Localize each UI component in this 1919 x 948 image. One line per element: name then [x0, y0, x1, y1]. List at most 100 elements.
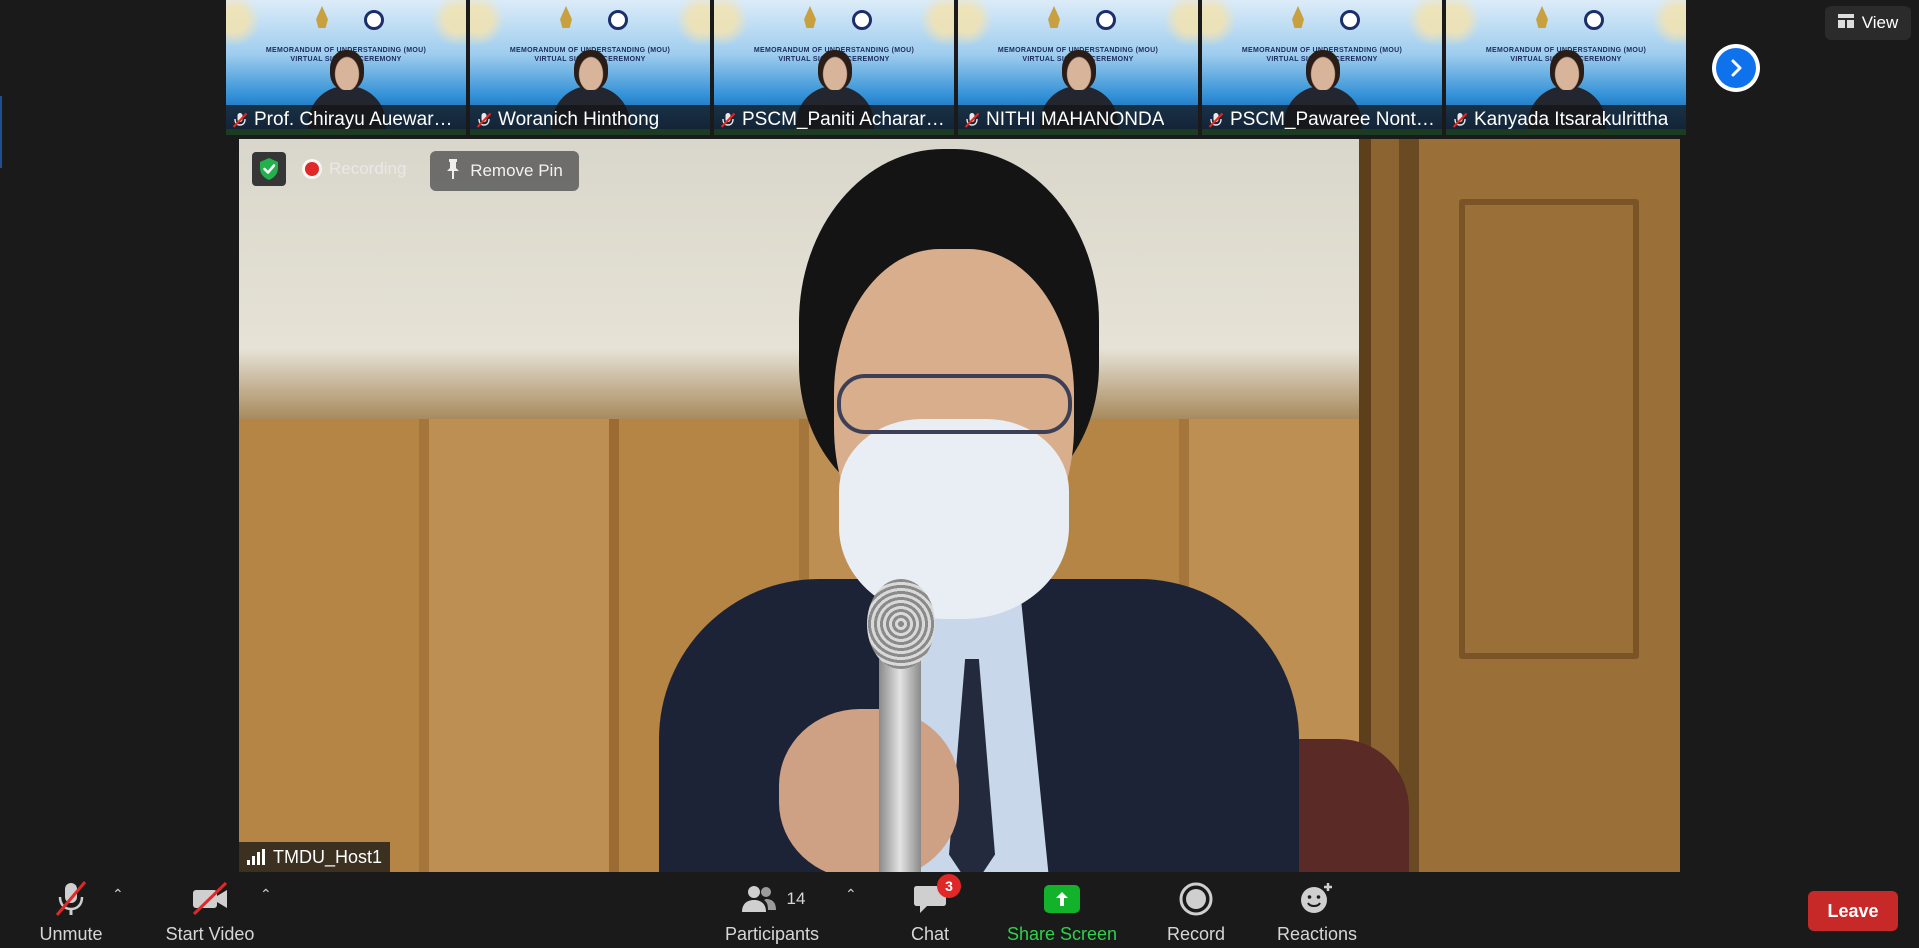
handheld-microphone-head — [867, 579, 935, 669]
share-screen-button[interactable]: Share Screen — [1006, 880, 1118, 946]
audio-options-caret-icon[interactable]: ⌃ — [112, 886, 124, 903]
university-logo — [1096, 10, 1116, 30]
decor-flower — [672, 0, 710, 50]
emblem-logo — [560, 6, 572, 28]
decor-flower — [958, 0, 996, 50]
microphone-muted-icon — [720, 112, 736, 128]
record-button[interactable]: Record — [1160, 880, 1232, 946]
leave-button[interactable]: Leave — [1808, 891, 1898, 931]
unmute-button[interactable]: Unmute — [30, 880, 112, 946]
university-logo — [1584, 10, 1604, 30]
grid-view-icon — [1837, 13, 1854, 33]
unmute-label: Unmute — [39, 924, 103, 944]
window-edge-accent — [0, 96, 2, 168]
video-options-caret-icon[interactable]: ⌃ — [260, 886, 272, 903]
participant-tile[interactable]: MEMORANDUM OF UNDERSTANDING (MOU) VIRTUAL… — [714, 0, 954, 135]
participants-count: 14 — [786, 889, 806, 908]
decor-flower — [1404, 0, 1442, 50]
next-page-button[interactable] — [1712, 44, 1760, 92]
decor-flower — [1648, 0, 1686, 50]
microphone-muted-icon — [476, 112, 492, 128]
participant-name: PSCM_Pawaree Nonthasa... — [1230, 109, 1435, 130]
chat-unread-badge: 3 — [937, 874, 961, 898]
participant-name: PSCM_Paniti Achararit,... — [742, 109, 947, 130]
start-video-button[interactable]: Start Video — [160, 880, 260, 946]
share-screen-label: Share Screen — [1006, 924, 1118, 944]
participant-tile[interactable]: MEMORANDUM OF UNDERSTANDING (MOU) VIRTUAL… — [226, 0, 466, 135]
participant-name: Kanyada Itsarakulrittha — [1474, 109, 1669, 130]
view-label: View — [1861, 13, 1899, 32]
speaker-glasses — [837, 374, 1072, 434]
emblem-logo — [1292, 6, 1304, 28]
remove-pin-button[interactable]: Remove Pin — [430, 151, 579, 191]
decor-flower — [1446, 0, 1484, 50]
record-icon — [1179, 880, 1213, 918]
participant-head — [330, 50, 364, 90]
participant-head — [818, 50, 852, 90]
remove-pin-label: Remove Pin — [470, 161, 563, 180]
microphone-muted-icon — [1452, 112, 1468, 128]
decor-flower — [916, 0, 954, 50]
microphone-muted-icon — [232, 112, 248, 128]
video-door-panel — [1459, 199, 1639, 659]
decor-flower — [1160, 0, 1198, 50]
microphone-muted-icon — [53, 880, 89, 918]
decor-flower — [470, 0, 508, 50]
recording-dot-icon — [305, 162, 319, 176]
participant-nameplate: Woranich Hinthong — [470, 105, 710, 135]
participant-tile[interactable]: MEMORANDUM OF UNDERSTANDING (MOU) VIRTUAL… — [1446, 0, 1686, 135]
pin-icon — [446, 158, 460, 184]
participant-tile[interactable]: MEMORANDUM OF UNDERSTANDING (MOU) VIRTUAL… — [470, 0, 710, 135]
participants-label: Participants — [724, 924, 820, 944]
video-camera-off-icon — [190, 880, 230, 918]
recording-label: Recording — [329, 159, 407, 178]
speaker-name: TMDU_Host1 — [273, 846, 383, 867]
participant-nameplate: PSCM_Paniti Achararit,... — [714, 105, 954, 135]
participant-nameplate: NITHI MAHANONDA — [958, 105, 1198, 135]
emblem-logo — [1048, 6, 1060, 28]
participant-name: Prof. Chirayu Auewara... — [254, 109, 459, 130]
share-icon-wrap — [1044, 880, 1080, 918]
participant-filmstrip: MEMORANDUM OF UNDERSTANDING (MOU) VIRTUAL… — [226, 0, 1692, 135]
participants-icon-wrap: 14 — [739, 880, 806, 918]
reactions-button[interactable]: Reactions — [1272, 880, 1362, 946]
smiley-plus-icon — [1299, 880, 1335, 918]
participant-head — [574, 50, 608, 90]
university-logo — [852, 10, 872, 30]
participants-options-caret-icon[interactable]: ⌃ — [845, 886, 857, 903]
university-logo — [364, 10, 384, 30]
participant-name: Woranich Hinthong — [498, 109, 660, 130]
participant-nameplate: Prof. Chirayu Auewara... — [226, 105, 466, 135]
participant-name: NITHI MAHANONDA — [986, 109, 1165, 130]
emblem-logo — [804, 6, 816, 28]
microphone-muted-icon — [1208, 112, 1224, 128]
participants-button[interactable]: 14 Participants — [720, 880, 824, 946]
participant-head — [1062, 50, 1096, 90]
decor-flower — [428, 0, 466, 50]
chevron-right-icon — [1716, 48, 1756, 88]
speaker-hand — [779, 709, 959, 872]
view-button[interactable]: View — [1825, 6, 1911, 40]
participant-tile[interactable]: MEMORANDUM OF UNDERSTANDING (MOU) VIRTUAL… — [958, 0, 1198, 135]
share-screen-arrow-icon — [1044, 885, 1080, 913]
participant-tile[interactable]: MEMORANDUM OF UNDERSTANDING (MOU) VIRTUAL… — [1202, 0, 1442, 135]
decor-flower — [714, 0, 752, 50]
emblem-logo — [316, 6, 328, 28]
participant-nameplate: PSCM_Pawaree Nonthasa... — [1202, 105, 1442, 135]
active-speaker-video: Recording Remove Pin TMDU_Host1 — [239, 139, 1680, 872]
chat-icon-wrap: 3 — [913, 874, 961, 918]
university-logo — [1340, 10, 1360, 30]
handheld-microphone-body — [879, 659, 921, 872]
chat-button[interactable]: 3 Chat — [900, 874, 961, 946]
participant-head — [1550, 50, 1584, 90]
speaker-nameplate: TMDU_Host1 — [239, 842, 391, 872]
security-shield-icon[interactable] — [252, 152, 286, 186]
start-video-label: Start Video — [165, 924, 255, 944]
record-label: Record — [1166, 924, 1226, 944]
microphone-muted-icon — [964, 112, 980, 128]
decor-flower — [226, 0, 264, 50]
signal-strength-icon — [247, 849, 265, 865]
participant-nameplate: Kanyada Itsarakulrittha — [1446, 105, 1686, 135]
speaker-mask — [839, 419, 1069, 619]
recording-indicator[interactable]: Recording — [305, 159, 407, 179]
